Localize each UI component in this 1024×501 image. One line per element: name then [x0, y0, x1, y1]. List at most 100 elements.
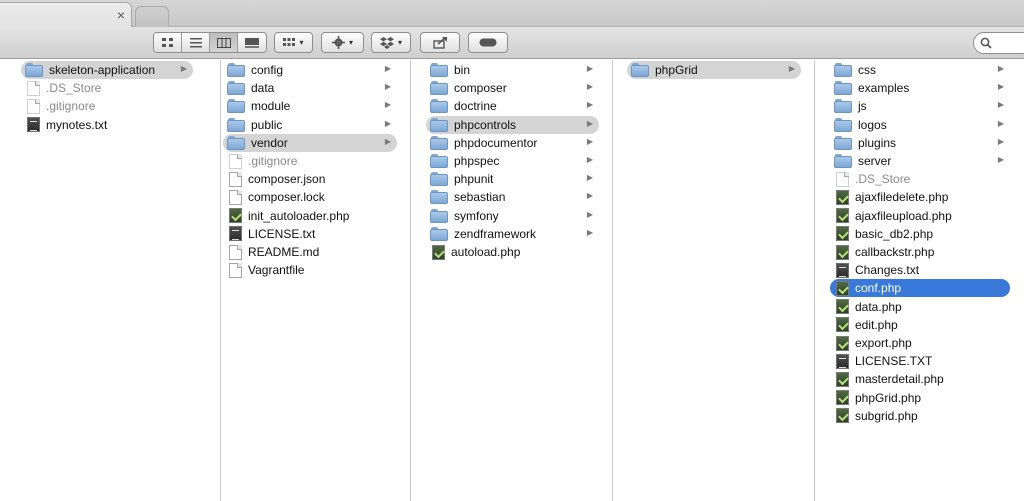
file-row[interactable]: server ▶	[830, 152, 1010, 170]
file-name: config	[251, 63, 284, 77]
chevron-right-icon: ▶	[997, 118, 1004, 128]
file-name: sebastian	[454, 190, 506, 205]
share-button[interactable]	[420, 32, 460, 53]
file-row[interactable]: plugins ▶	[830, 134, 1010, 152]
file-row[interactable]: LICENSE.txt	[223, 225, 397, 243]
column-2[interactable]: bin ▶ composer ▶ doctrine ▶ phpcontrols ▶ phpdoc…	[424, 60, 613, 501]
file-row[interactable]: callbackstr.php	[830, 243, 1010, 261]
icon-view-button[interactable]	[154, 33, 182, 52]
file-row[interactable]: data.php	[830, 298, 1010, 316]
file-name: subgrid.php	[855, 408, 918, 423]
file-row[interactable]: module ▶	[223, 97, 397, 115]
file-row[interactable]: .DS_Store	[830, 170, 1010, 188]
search-input[interactable]	[973, 32, 1024, 54]
file-row[interactable]: composer.lock	[223, 188, 397, 206]
file-row[interactable]: conf.php	[830, 279, 1010, 298]
chevron-right-icon: ▶	[384, 118, 391, 128]
file-row[interactable]: ajaxfiledelete.php	[830, 188, 1010, 206]
file-row[interactable]: mynotes.txt	[21, 116, 193, 134]
file-row[interactable]: public ▶	[223, 116, 397, 134]
chevron-right-icon: ▶	[586, 136, 593, 146]
file-row[interactable]: export.php	[830, 334, 1010, 352]
file-row[interactable]: doctrine ▶	[426, 97, 599, 115]
file-name: examples	[858, 81, 910, 96]
column-4[interactable]: css ▶ examples ▶ js ▶ logos ▶ plugins ▶ server ▶ .DS…	[828, 60, 1024, 501]
chevron-right-icon: ▶	[384, 82, 391, 92]
file-name: .gitignore	[46, 99, 96, 114]
tag-button[interactable]	[468, 32, 508, 53]
folder-icon	[430, 190, 448, 205]
chevron-right-icon: ▶	[997, 136, 1004, 146]
folder-icon	[834, 117, 852, 132]
file-row[interactable]: .gitignore	[21, 97, 193, 115]
file-row[interactable]: ajaxfileupload.php	[830, 207, 1010, 225]
file-row[interactable]: bin ▶	[426, 61, 599, 79]
file-row[interactable]: masterdetail.php	[830, 370, 1010, 388]
file-row[interactable]: skeleton-application ▶	[21, 61, 193, 79]
file-row[interactable]: composer ▶	[426, 79, 599, 97]
file-row[interactable]: phpspec ▶	[426, 152, 599, 170]
file-name: README.md	[248, 245, 320, 259]
document-icon	[836, 171, 849, 187]
file-row[interactable]: autoload.php	[426, 243, 599, 261]
file-row[interactable]: phpdocumentor ▶	[426, 134, 599, 152]
php-file-icon	[229, 208, 242, 224]
file-row[interactable]: LICENSE.TXT	[830, 352, 1010, 370]
file-row[interactable]: Vagrantfile	[223, 261, 397, 279]
file-row[interactable]: subgrid.php	[830, 407, 1010, 425]
file-row[interactable]: phpGrid ▶	[627, 61, 801, 79]
file-name: composer	[454, 81, 507, 96]
file-row[interactable]: sebastian ▶	[426, 188, 599, 206]
file-row[interactable]: phpunit ▶	[426, 170, 599, 188]
list-view-button[interactable]	[182, 33, 210, 52]
column-view-button[interactable]	[210, 33, 238, 52]
tab-current[interactable]: ×	[0, 2, 132, 27]
file-row[interactable]: init_autoloader.php	[223, 207, 397, 225]
column-1[interactable]: config ▶ data ▶ module ▶ public ▶ vendor ▶ .gitign…	[221, 60, 411, 501]
file-row[interactable]: config ▶	[223, 61, 397, 79]
file-row[interactable]: examples ▶	[830, 79, 1010, 97]
file-row[interactable]: data ▶	[223, 79, 397, 97]
new-tab-button[interactable]	[135, 6, 169, 27]
chevron-down-icon: ▾	[299, 38, 304, 47]
action-button[interactable]: ▾	[321, 32, 364, 53]
php-file-icon	[836, 226, 849, 242]
arrange-button[interactable]: ▾	[274, 32, 313, 53]
close-icon[interactable]: ×	[117, 7, 125, 23]
file-row[interactable]: js ▶	[830, 97, 1010, 115]
file-row[interactable]: .gitignore	[223, 152, 397, 170]
file-name: .DS_Store	[46, 81, 102, 96]
php-file-icon	[836, 208, 849, 224]
column-3[interactable]: phpGrid ▶	[625, 60, 815, 501]
php-file-icon	[836, 299, 849, 315]
file-row[interactable]: logos ▶	[830, 116, 1010, 134]
chevron-right-icon: ▶	[586, 227, 593, 237]
file-row[interactable]: zendframework ▶	[426, 225, 599, 243]
file-row[interactable]: Changes.txt	[830, 261, 1010, 279]
chevron-right-icon: ▶	[180, 64, 187, 73]
file-name: symfony	[454, 208, 499, 223]
file-row[interactable]: edit.php	[830, 316, 1010, 334]
file-row[interactable]: phpcontrols ▶	[426, 115, 599, 134]
file-name: public	[251, 117, 283, 132]
column-0[interactable]: skeleton-application ▶ .DS_Store .gitignore…	[19, 60, 221, 501]
folder-icon	[430, 63, 448, 77]
file-row[interactable]: README.md	[223, 243, 397, 261]
file-row[interactable]: composer.json	[223, 170, 397, 188]
file-name: ajaxfiledelete.php	[855, 190, 949, 205]
file-name: module	[251, 99, 291, 114]
file-row[interactable]: phpGrid.php	[830, 389, 1010, 407]
file-row[interactable]: basic_db2.php	[830, 225, 1010, 243]
dropbox-button[interactable]: ▾	[371, 32, 411, 53]
file-row[interactable]: css ▶	[830, 61, 1010, 79]
file-row[interactable]: symfony ▶	[426, 207, 599, 225]
share-icon	[433, 36, 447, 49]
file-row[interactable]: vendor ▶	[223, 133, 397, 152]
cover-flow-view-button[interactable]	[238, 33, 266, 52]
text-file-icon	[27, 117, 40, 133]
php-file-icon	[432, 244, 445, 260]
folder-icon	[430, 226, 448, 241]
file-name: logos	[858, 117, 887, 132]
file-row[interactable]: .DS_Store	[21, 79, 193, 97]
document-icon	[229, 262, 242, 278]
